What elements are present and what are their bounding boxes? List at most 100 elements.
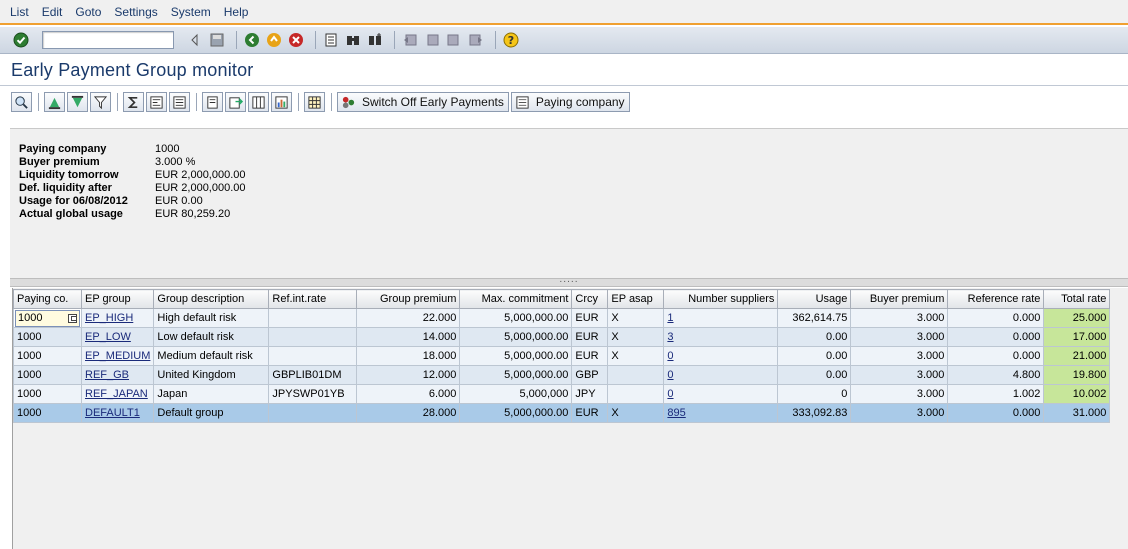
table-row[interactable]: 1000 EP_MEDIUM Medium default risk 18.000 5,… [13, 346, 1111, 366]
ep-group-link[interactable]: EP_LOW [85, 331, 131, 343]
save-icon[interactable] [208, 31, 226, 49]
table-cell[interactable]: EP_MEDIUM [80, 346, 155, 366]
next-page-icon[interactable] [445, 31, 463, 49]
table-cell: 3.000 [850, 327, 949, 347]
table-cell[interactable]: EP_LOW [80, 327, 155, 347]
number-suppliers-link[interactable]: 0 [667, 369, 673, 381]
enter-check-icon[interactable] [12, 31, 30, 49]
table-cell[interactable]: 1000 [13, 308, 82, 328]
table-cell[interactable]: DEFAULT1 [80, 403, 155, 423]
table-cell[interactable]: EP_HIGH [80, 308, 155, 328]
previous-page-icon[interactable] [423, 31, 441, 49]
menu-system[interactable]: System [171, 3, 211, 21]
menu-help[interactable]: Help [224, 3, 249, 21]
column-header[interactable]: Number suppliers [663, 289, 779, 309]
table-cell[interactable]: REF_GB [80, 365, 155, 385]
ep-group-link[interactable]: DEFAULT1 [85, 407, 140, 419]
table-cell: 1000 [13, 346, 82, 366]
value-help-icon[interactable] [68, 313, 77, 323]
column-header[interactable]: Max. commitment [459, 289, 573, 309]
menu-edit[interactable]: Edit [42, 3, 63, 21]
sort-ascending-button[interactable] [44, 92, 65, 112]
info-label: Usage for 06/08/2012 [19, 195, 128, 207]
table-row[interactable]: 1000 REF_GB United Kingdom GBPLIB01DM 12.000… [13, 365, 1111, 385]
number-suppliers-link[interactable]: 895 [667, 407, 685, 419]
back-icon[interactable] [243, 31, 261, 49]
menu-goto[interactable]: Goto [75, 3, 101, 21]
details-button[interactable] [11, 92, 32, 112]
filter-button[interactable] [90, 92, 111, 112]
table-cell [268, 403, 358, 423]
column-header[interactable]: EP asap [607, 289, 665, 309]
table-cell[interactable]: 0 [663, 346, 779, 366]
column-header[interactable]: Group description [153, 289, 270, 309]
column-header[interactable]: EP group [80, 289, 155, 309]
switch-off-early-payments-button[interactable]: Switch Off Early Payments [337, 92, 509, 112]
ep-group-link[interactable]: REF_GB [85, 369, 129, 381]
print-preview-button[interactable] [202, 92, 223, 112]
ep-group-link[interactable]: EP_MEDIUM [85, 350, 150, 362]
document-icon [207, 95, 218, 109]
menu-bar: List Edit Goto Settings System Help [0, 0, 1128, 25]
table-cell[interactable]: 3 [663, 327, 779, 347]
column-header[interactable]: Buyer premium [850, 289, 949, 309]
find-icon[interactable] [344, 31, 362, 49]
table-cell: 25.000 [1043, 308, 1111, 328]
table-cell[interactable]: 0 [663, 384, 779, 404]
table-cell: 5,000,000.00 [459, 365, 573, 385]
table-cell[interactable]: REF_JAPAN [80, 384, 155, 404]
table-row[interactable]: 1000 REF_JAPAN Japan JPYSWP01YB 6.000 5,000,0… [13, 384, 1111, 404]
chart-button[interactable] [271, 92, 292, 112]
paying-company-button[interactable]: Paying company [510, 92, 630, 112]
paying-company-input[interactable]: 1000 [15, 309, 80, 327]
table-cell [268, 327, 358, 347]
first-page-icon[interactable] [401, 31, 419, 49]
table-cell[interactable]: 0 [663, 365, 779, 385]
column-header[interactable]: Ref.int.rate [268, 289, 358, 309]
exit-icon[interactable] [265, 31, 283, 49]
splitter-handle[interactable]: ..... [10, 276, 1128, 287]
help-icon[interactable]: ? [502, 31, 520, 49]
total-button[interactable] [123, 92, 144, 112]
number-suppliers-link[interactable]: 3 [667, 331, 673, 343]
table-row[interactable]: 1000 EP_LOW Low default risk 14.000 5,000,00… [13, 327, 1111, 347]
column-header[interactable]: Paying co. [13, 289, 82, 309]
column-settings-button[interactable] [248, 92, 269, 112]
table-row[interactable]: 1000 EP_HIGH High default risk 22.000 5,000,… [13, 308, 1111, 328]
ep-group-link[interactable]: EP_HIGH [85, 312, 133, 324]
number-suppliers-link[interactable]: 0 [667, 350, 673, 362]
ep-group-link[interactable]: REF_JAPAN [85, 388, 148, 400]
spreadsheet-button[interactable] [304, 92, 325, 112]
table-cell[interactable]: 1 [663, 308, 779, 328]
table-cell[interactable]: 895 [663, 403, 779, 423]
info-value: 1000 [155, 143, 180, 155]
menu-settings[interactable]: Settings [114, 3, 157, 21]
sort-descending-button[interactable] [67, 92, 88, 112]
separator [38, 93, 39, 111]
layout-button[interactable] [169, 92, 190, 112]
filter-icon [93, 95, 108, 109]
print-icon[interactable] [322, 31, 340, 49]
table-cell: 10.002 [1043, 384, 1111, 404]
subtotal-button[interactable] [146, 92, 167, 112]
command-field[interactable] [42, 31, 174, 49]
column-header[interactable]: Usage [777, 289, 852, 309]
find-next-icon[interactable] [366, 31, 384, 49]
info-label: Def. liquidity after [19, 182, 112, 194]
number-suppliers-link[interactable]: 1 [667, 312, 673, 324]
cancel-icon[interactable] [287, 31, 305, 49]
table-cell: 3.000 [850, 384, 949, 404]
table-cell: 5,000,000.00 [459, 403, 573, 423]
column-header[interactable]: Total rate [1043, 289, 1111, 309]
column-header[interactable]: Crcy [571, 289, 609, 309]
last-page-icon[interactable] [467, 31, 485, 49]
arrow-left-icon[interactable] [186, 31, 204, 49]
table-cell: 1000 [13, 327, 82, 347]
column-header[interactable]: Reference rate [947, 289, 1045, 309]
menu-list[interactable]: List [10, 3, 29, 21]
sort-ascending-icon [48, 97, 61, 109]
column-header[interactable]: Group premium [356, 289, 461, 309]
export-button[interactable] [225, 92, 246, 112]
table-row[interactable]: 1000 DEFAULT1 Default group 28.000 5,000,000… [13, 403, 1111, 423]
number-suppliers-link[interactable]: 0 [667, 388, 673, 400]
